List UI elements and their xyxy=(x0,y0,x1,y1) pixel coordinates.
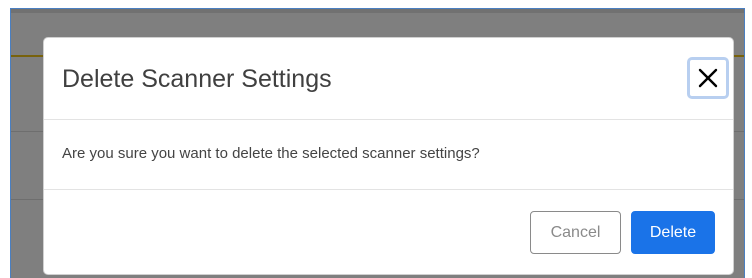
screenshot: Delete Scanner Settings Are you sure you… xyxy=(0,0,752,278)
dialog-message: Are you sure you want to delete the sele… xyxy=(62,145,480,162)
dialog-body: Are you sure you want to delete the sele… xyxy=(44,120,733,190)
close-button[interactable] xyxy=(687,57,729,99)
cancel-button[interactable]: Cancel xyxy=(530,211,621,254)
dialog-header: Delete Scanner Settings xyxy=(44,38,733,120)
app-window: Delete Scanner Settings Are you sure you… xyxy=(10,8,745,278)
delete-scanner-settings-dialog: Delete Scanner Settings Are you sure you… xyxy=(43,37,734,275)
close-icon xyxy=(698,68,718,88)
dialog-footer: Cancel Delete xyxy=(44,190,733,276)
dialog-title: Delete Scanner Settings xyxy=(62,65,332,93)
delete-button[interactable]: Delete xyxy=(631,211,715,254)
